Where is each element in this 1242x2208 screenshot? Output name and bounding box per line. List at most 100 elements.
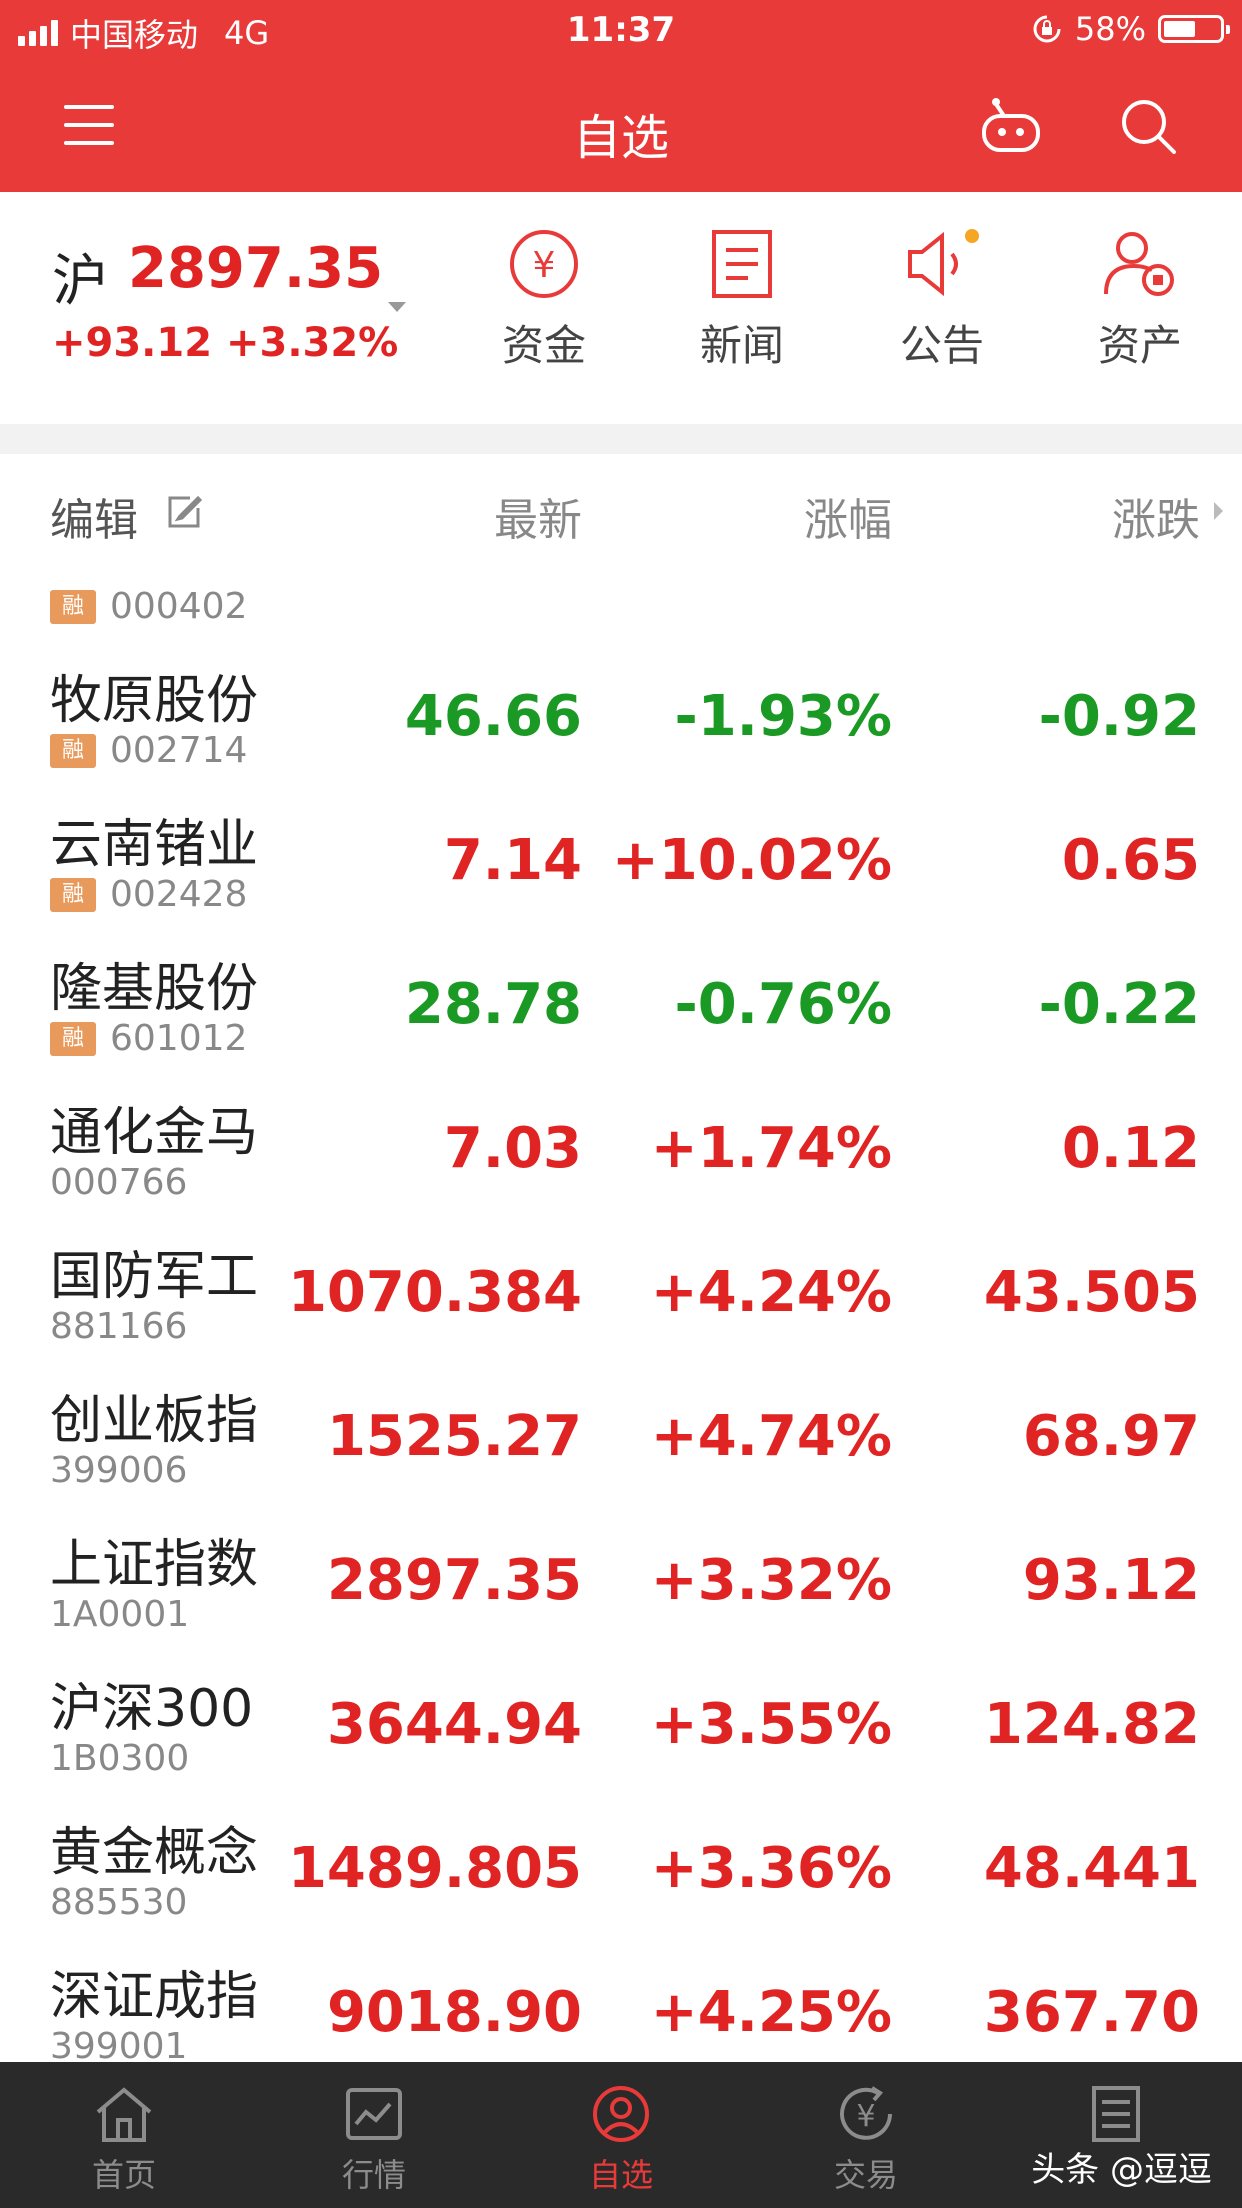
table-row[interactable]: 隆基股份融 601012 28.78 -0.76% -0.22 <box>0 930 1242 1075</box>
tab-label: 自选 <box>588 2156 653 2194</box>
column-change[interactable]: 涨跌 <box>1112 484 1200 548</box>
change-amount: 93.12 <box>1022 1548 1200 1613</box>
stock-code: 1B0300 <box>50 1738 190 1779</box>
stock-name: 国防军工 <box>50 1247 259 1307</box>
home-icon <box>96 2087 152 2142</box>
latest-price: 7.03 <box>443 1116 582 1181</box>
table-header: 编辑 最新 涨幅 涨跌 <box>0 454 1242 571</box>
stock-code: 399006 <box>50 1450 188 1491</box>
stock-name: 创业板指 <box>50 1391 259 1451</box>
table-row[interactable]: 黄金概念 885530 1489.805 +3.36% 48.441 <box>0 1794 1242 1939</box>
change-percent: +4.25% <box>650 1980 892 2045</box>
stock-code: 002428 <box>110 874 248 915</box>
latest-price: 1070.384 <box>287 1260 582 1325</box>
stock-code-line: 融 002714 <box>50 730 247 771</box>
section-divider <box>0 424 1242 454</box>
latest-price: 2897.35 <box>326 1548 582 1613</box>
tab-label: 行情 <box>341 2156 406 2194</box>
watchlist: 融 000402 牧原股份融 002714 46.66 -1.93% -0.92 云南锗业… <box>0 570 1242 2062</box>
table-row[interactable]: 创业板指 399006 1525.27 +4.74% 68.97 <box>0 1362 1242 1507</box>
dropdown-arrow-icon[interactable] <box>388 302 406 312</box>
change-percent: +4.74% <box>650 1404 892 1469</box>
tab-market[interactable]: 行情 <box>294 2084 454 2196</box>
latest-price: 9018.90 <box>326 1980 582 2045</box>
index-name: 沪 <box>52 249 108 314</box>
favorites-icon <box>593 2086 649 2142</box>
search-icon[interactable] <box>1118 96 1178 156</box>
column-latest[interactable]: 最新 <box>494 484 582 548</box>
change-percent: +3.36% <box>650 1836 892 1901</box>
status-bar: 中国移动 4G 11:37 58% <box>0 0 1242 60</box>
change-percent: +10.02% <box>611 828 892 893</box>
battery-percent: 58% <box>1074 10 1146 48</box>
svg-text:¥: ¥ <box>533 245 556 286</box>
stock-code-line: 000766 <box>50 1162 187 1203</box>
change-amount: -0.92 <box>1038 684 1200 749</box>
table-row[interactable]: 深证成指 399001 9018.90 +4.25% 367.70 <box>0 1938 1242 2062</box>
table-row[interactable]: 融 000402 <box>0 570 1242 643</box>
change-percent: -1.93% <box>674 684 892 749</box>
margin-badge: 融 <box>50 1021 96 1056</box>
stock-code-line: 融 000402 <box>50 586 247 627</box>
change-percent: +3.32% <box>650 1548 892 1613</box>
table-row[interactable]: 牧原股份融 002714 46.66 -1.93% -0.92 <box>0 642 1242 787</box>
stock-name: 牧原股份 <box>50 671 259 731</box>
bottom-tab-bar: 首页 行情 自选 ¥ 交易 资讯 头条 @逗逗 <box>0 2062 1242 2208</box>
index-change: +93.12 +3.32% <box>52 320 399 366</box>
tab-favorites[interactable]: 自选 <box>541 2084 701 2196</box>
latest-price: 1525.27 <box>326 1404 582 1469</box>
quick-action-announcements[interactable]: 公告 <box>862 228 1022 373</box>
table-row[interactable]: 上证指数 1A0001 2897.35 +3.32% 93.12 <box>0 1506 1242 1651</box>
quick-action-label: 资金 <box>501 321 586 370</box>
table-row[interactable]: 云南锗业融 002428 7.14 +10.02% 0.65 <box>0 786 1242 931</box>
change-amount: 68.97 <box>1022 1404 1200 1469</box>
index-summary: 沪 2897.35 +93.12 +3.32% ¥ 资金 新闻 公告 资产 <box>0 192 1242 424</box>
info-icon <box>1092 2086 1140 2142</box>
stock-code: 002714 <box>110 730 248 771</box>
change-amount: 48.441 <box>983 1836 1200 1901</box>
scroll-right-arrow-icon[interactable] <box>1214 502 1223 520</box>
quick-action-news[interactable]: 新闻 <box>662 228 822 373</box>
stock-code-line: 1B0300 <box>50 1738 189 1779</box>
quick-action-label: 资产 <box>1097 321 1182 370</box>
latest-price: 28.78 <box>404 972 582 1037</box>
stock-name: 通化金马 <box>50 1103 259 1163</box>
stock-code: 1A0001 <box>50 1594 190 1635</box>
change-amount: 367.70 <box>983 1980 1200 2045</box>
stock-code-line: 融 002428 <box>50 874 247 915</box>
tab-home[interactable]: 首页 <box>44 2084 204 2196</box>
robot-assistant-icon[interactable] <box>978 96 1044 156</box>
change-percent: +3.55% <box>650 1692 892 1757</box>
speaker-icon <box>908 229 979 297</box>
stock-code: 881166 <box>50 1306 188 1347</box>
change-amount: 43.505 <box>983 1260 1200 1325</box>
edit-icon[interactable] <box>164 492 204 532</box>
chart-icon <box>346 2088 402 2140</box>
margin-badge: 融 <box>50 589 96 624</box>
quick-action-assets[interactable]: 资产 <box>1060 228 1220 373</box>
column-change-pct[interactable]: 涨幅 <box>804 484 892 548</box>
latest-price: 3644.94 <box>326 1692 582 1757</box>
stock-code-line: 885530 <box>50 1882 187 1923</box>
stock-name: 云南锗业 <box>50 815 259 875</box>
change-amount: -0.22 <box>1038 972 1200 1037</box>
table-row[interactable]: 通化金马 000766 7.03 +1.74% 0.12 <box>0 1074 1242 1219</box>
margin-badge: 融 <box>50 733 96 768</box>
stock-code: 399001 <box>50 2026 188 2062</box>
trade-icon: ¥ <box>840 2086 892 2140</box>
table-row[interactable]: 沪深300 1B0300 3644.94 +3.55% 124.82 <box>0 1650 1242 1795</box>
change-percent: +4.24% <box>650 1260 892 1325</box>
latest-price: 1489.805 <box>287 1836 582 1901</box>
stock-code-line: 881166 <box>50 1306 187 1347</box>
tab-trade[interactable]: ¥ 交易 <box>786 2084 946 2196</box>
tab-label: 首页 <box>91 2156 156 2194</box>
stock-code: 000766 <box>50 1162 188 1203</box>
stock-code-line: 399001 <box>50 2026 187 2062</box>
margin-badge: 融 <box>50 877 96 912</box>
latest-price: 7.14 <box>443 828 582 893</box>
quick-action-funds[interactable]: ¥ 资金 <box>464 228 624 373</box>
watermark: 头条 @逗逗 <box>1031 2150 1212 2190</box>
edit-button[interactable]: 编辑 <box>50 484 138 548</box>
change-percent: +1.74% <box>650 1116 892 1181</box>
table-row[interactable]: 国防军工 881166 1070.384 +4.24% 43.505 <box>0 1218 1242 1363</box>
